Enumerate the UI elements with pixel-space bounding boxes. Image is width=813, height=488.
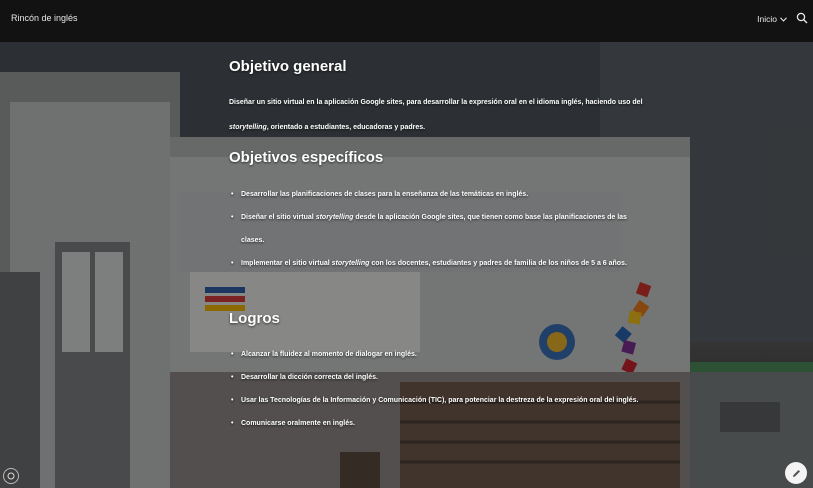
chevron-down-icon	[780, 16, 787, 22]
objetivos-especificos-list: Desarrollar las planificaciones de clase…	[229, 183, 649, 275]
heading-objetivo-general: Objetivo general	[229, 58, 347, 75]
heading-objetivos-especificos: Objetivos específicos	[229, 149, 384, 166]
list-item: Comunicarse oralmente en inglés.	[229, 412, 649, 435]
info-button[interactable]	[3, 468, 19, 484]
heading-logros: Logros	[229, 310, 280, 327]
list-item: Implementar el sitio virtual storytellin…	[229, 252, 649, 275]
list-item: Alcanzar la fluidez al momento de dialog…	[229, 343, 649, 366]
info-icon	[7, 472, 15, 480]
list-item: Usar las Tecnologías de la Información y…	[229, 389, 649, 412]
pencil-icon	[792, 469, 800, 477]
list-item: Desarrollar las planificaciones de clase…	[229, 183, 649, 206]
hero-section: Objetivo general Diseñar un sitio virtua…	[0, 42, 813, 488]
list-item: Diseñar el sitio virtual storytelling de…	[229, 206, 649, 252]
objetivo-general-text: Diseñar un sitio virtual en la aplicació…	[229, 99, 643, 131]
edit-button[interactable]	[785, 462, 807, 484]
nav-home-menu[interactable]: Inicio	[757, 14, 787, 24]
site-title[interactable]: Rincón de inglés	[11, 13, 78, 23]
search-icon[interactable]	[796, 12, 808, 24]
logros-list: Alcanzar la fluidez al momento de dialog…	[229, 343, 649, 435]
nav-home-label: Inicio	[757, 14, 777, 24]
top-navigation-bar: Rincón de inglés Inicio	[0, 0, 813, 42]
list-item: Desarrollar la dicción correcta del ingl…	[229, 366, 649, 389]
